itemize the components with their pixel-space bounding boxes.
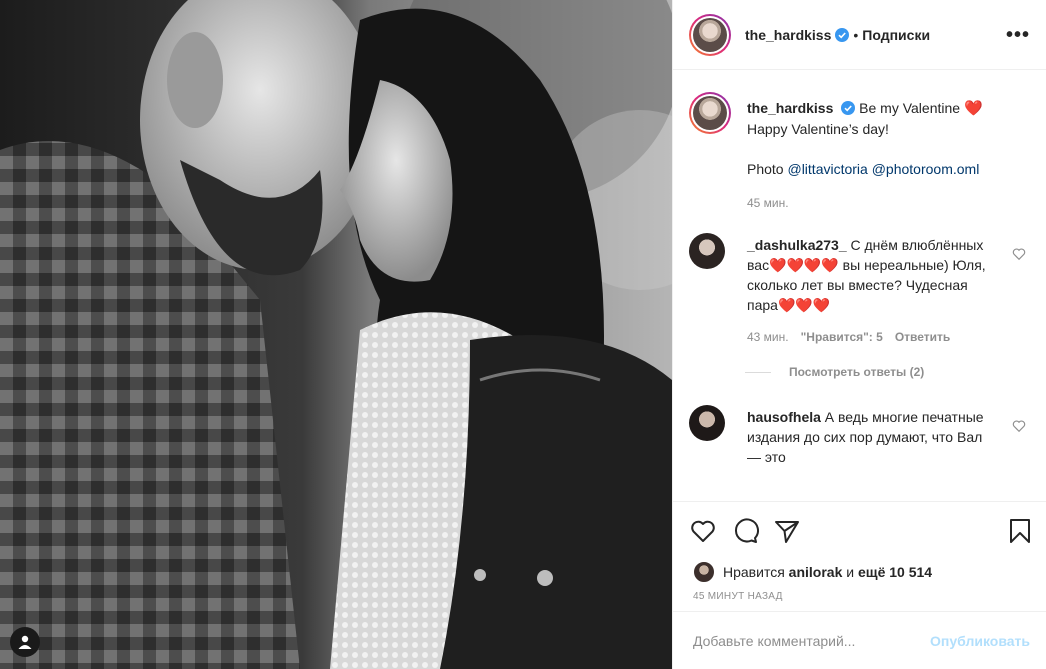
post-dialog: the_hardkiss • Подписки ••• the_hardkiss xyxy=(0,0,1046,669)
caption-avatar[interactable] xyxy=(689,92,731,134)
comment-username[interactable]: _dashulka273_ xyxy=(747,237,847,253)
liker-username[interactable]: anilorak xyxy=(789,564,843,580)
caption-text-2: Happy Valentine’s day! xyxy=(747,121,889,137)
following-button[interactable]: Подписки xyxy=(862,27,930,43)
heart-icon[interactable] xyxy=(689,517,717,545)
reply-button[interactable]: Ответить xyxy=(895,327,950,347)
mention-link[interactable]: @littavictoria xyxy=(787,161,867,177)
post-side-panel: the_hardkiss • Подписки ••• the_hardkiss xyxy=(672,0,1046,669)
caption-photo-prefix: Photo xyxy=(747,161,784,177)
comment-username[interactable]: hausofhela xyxy=(747,409,821,425)
verified-icon xyxy=(841,101,856,115)
share-icon[interactable] xyxy=(773,517,801,545)
caption-username[interactable]: the_hardkiss xyxy=(747,100,833,116)
post-header: the_hardkiss • Подписки ••• xyxy=(673,0,1046,70)
divider xyxy=(745,371,771,373)
comment-likes[interactable]: "Нравится": 5 xyxy=(801,327,883,347)
caption-time: 45 мин. xyxy=(747,196,789,210)
comment-icon[interactable] xyxy=(731,517,759,545)
comment-body: _dashulka273_ С днём влюблённых вас❤️❤️❤… xyxy=(747,235,997,347)
action-bar xyxy=(673,501,1046,559)
caption-text: Be my Valentine xyxy=(859,100,961,116)
mention-link[interactable]: @photoroom.oml xyxy=(872,161,980,177)
likes-others[interactable]: ещё 10 514 xyxy=(858,564,932,580)
commenter-avatar[interactable] xyxy=(689,405,725,441)
comment-meta: 43 мин. "Нравится": 5 Ответить xyxy=(747,327,997,347)
caption: the_hardkiss Be my Valentine ❤️ Happy Va… xyxy=(689,92,1030,213)
comments-list[interactable]: the_hardkiss Be my Valentine ❤️ Happy Va… xyxy=(673,70,1046,501)
heart-icon[interactable] xyxy=(1012,247,1026,261)
publish-button[interactable]: Опубликовать xyxy=(930,633,1030,649)
separator-dot: • xyxy=(853,26,859,43)
post-time-ago: 45 МИНУТ НАЗАД xyxy=(693,591,783,602)
likes-summary: Нравится anilorak и ещё 10 514 xyxy=(673,559,1046,585)
view-replies-label: Посмотреть ответы (2) xyxy=(789,365,925,379)
post-photo[interactable] xyxy=(0,0,672,669)
avatar-image xyxy=(693,17,727,52)
view-replies-button[interactable]: Посмотреть ответы (2) xyxy=(745,365,1030,379)
likes-prefix: Нравится xyxy=(723,564,785,580)
caption-body: the_hardkiss Be my Valentine ❤️ Happy Va… xyxy=(747,98,997,213)
add-comment-bar: Опубликовать xyxy=(673,611,1046,669)
comment-time: 43 мин. xyxy=(747,330,789,344)
verified-icon xyxy=(835,27,850,42)
bookmark-icon[interactable] xyxy=(1006,517,1034,545)
heart-icon[interactable] xyxy=(1012,419,1026,433)
comment-item: _dashulka273_ С днём влюблённых вас❤️❤️❤… xyxy=(689,233,1030,347)
author-avatar[interactable] xyxy=(689,13,731,56)
commenter-avatar[interactable] xyxy=(689,233,725,269)
comment-body: hausofhela А ведь многие печатные издани… xyxy=(747,407,997,467)
caption-meta: 45 мин. xyxy=(747,193,997,213)
photo-image xyxy=(0,0,672,669)
heart-emoji: ❤️ xyxy=(963,100,983,117)
user-tag-icon xyxy=(18,635,32,649)
tagged-users-button[interactable] xyxy=(10,627,40,657)
likes-and: и xyxy=(846,564,855,580)
comment-input[interactable] xyxy=(693,632,931,649)
author-username[interactable]: the_hardkiss xyxy=(745,27,831,43)
liker-avatar[interactable] xyxy=(693,561,715,583)
comment-item: hausofhela А ведь многие печатные издани… xyxy=(689,405,1030,467)
more-icon[interactable]: ••• xyxy=(1006,25,1030,45)
